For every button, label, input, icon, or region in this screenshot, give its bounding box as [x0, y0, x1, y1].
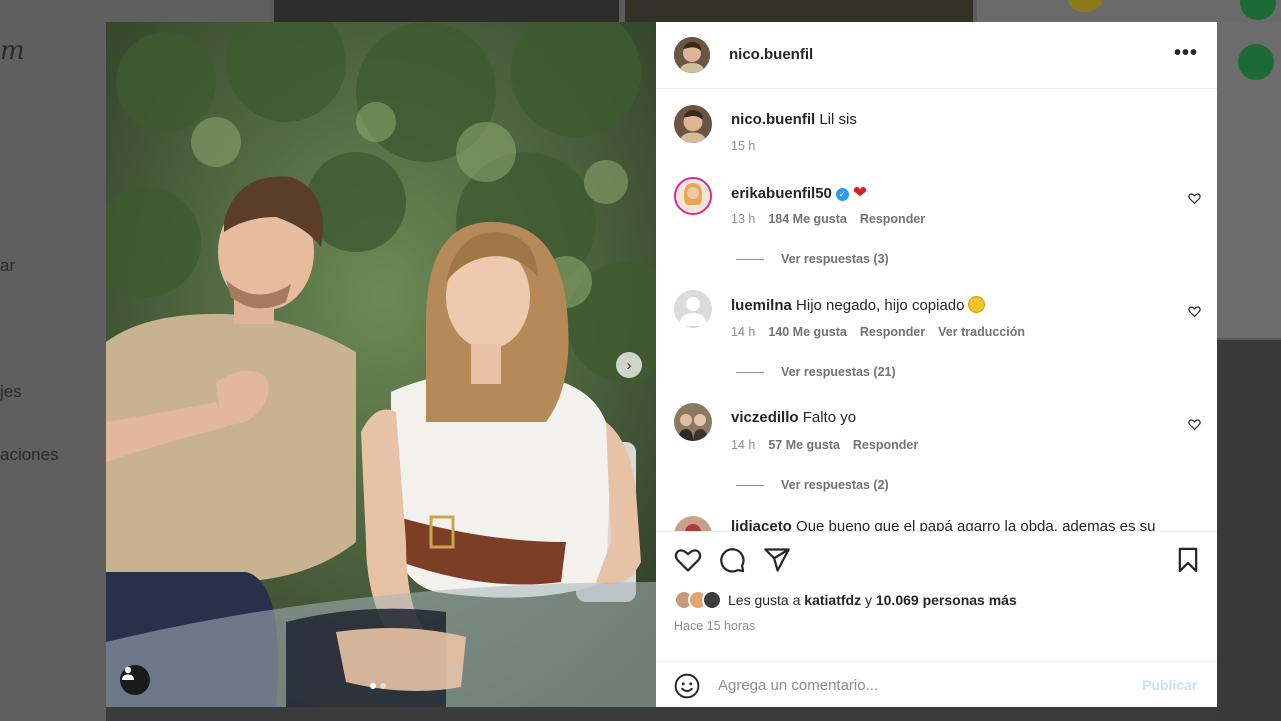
comment-avatar-image [674, 516, 712, 532]
likes-summary: Les gusta a katiatfdz y 10.069 personas … [674, 590, 1017, 610]
comment-time[interactable]: 14 h [731, 325, 755, 339]
likes-text: Les gusta a katiatfdz y 10.069 personas … [728, 592, 1017, 608]
background-logo: m [0, 36, 25, 66]
comment-avatar-image [676, 179, 710, 213]
comment-avatar-image [674, 403, 712, 441]
likes-first-user[interactable]: katiatfdz [804, 592, 861, 608]
comment-meta: 13 h 184 Me gusta Responder [731, 212, 925, 226]
red-heart-emoji-icon: ❤ [852, 183, 868, 202]
comment-text: luemilna Hijo negado, hijo copiado [731, 296, 985, 314]
background-tile [977, 0, 1281, 22]
caption-time[interactable]: 15 h [731, 139, 755, 153]
likes-others[interactable]: 10.069 personas más [876, 592, 1017, 608]
view-replies-button[interactable]: Ver respuestas (21) [736, 365, 896, 379]
more-options-icon[interactable]: ••• [1174, 42, 1198, 65]
caption-meta: 15 h [731, 139, 755, 153]
comment-likes-count[interactable]: 57 Me gusta [768, 438, 840, 452]
comment-time[interactable]: 13 h [731, 212, 755, 226]
caption-username[interactable]: nico.buenfil [731, 111, 815, 128]
comment-username[interactable]: luemilna [731, 297, 792, 314]
background-tile [274, 0, 619, 22]
heart-icon[interactable] [674, 546, 702, 574]
background-tile [625, 0, 973, 22]
user-tag-icon [122, 666, 134, 680]
comment-body: Que bueno que el papá agarro la obda, ad… [796, 518, 1156, 532]
comment-username[interactable]: lidiaceto [731, 518, 792, 532]
replies-divider [736, 371, 764, 373]
background-tile [1217, 340, 1281, 721]
caption-text: nico.buenfil Lil sis [731, 111, 857, 128]
replies-divider [736, 258, 764, 260]
background-decoration [1238, 44, 1274, 80]
comment-text: viczedillo Falto yo [731, 409, 856, 426]
comment-likes-count[interactable]: 140 Me gusta [768, 325, 847, 339]
verified-badge-icon: ✓ [835, 188, 849, 201]
comment-username[interactable]: viczedillo [731, 409, 799, 426]
comment-meta: 14 h 57 Me gusta Responder [731, 438, 918, 452]
comment-avatar[interactable] [674, 403, 712, 441]
view-replies-label: Ver respuestas (3) [781, 252, 889, 266]
post-header: nico.buenfil ••• [656, 22, 1217, 89]
view-replies-button[interactable]: Ver respuestas (2) [736, 478, 889, 492]
likes-connector: y [864, 592, 872, 608]
view-replies-label: Ver respuestas (21) [781, 365, 896, 379]
comment-like-heart-icon[interactable] [1188, 305, 1201, 318]
reply-button[interactable]: Responder [853, 438, 918, 452]
carousel-dot-active [370, 683, 376, 689]
replies-divider [736, 484, 764, 486]
comment-username[interactable]: erikabuenfil50 [731, 185, 832, 202]
bookmark-icon[interactable] [1174, 546, 1202, 574]
background-nav-item: aciones [0, 445, 59, 464]
comment-text: erikabuenfil50 ✓ ❤ [731, 183, 867, 203]
next-photo-button[interactable]: › [616, 352, 642, 378]
add-comment-bar: Publicar [656, 661, 1217, 708]
view-replies-label: Ver respuestas (2) [781, 478, 889, 492]
post-details-panel: nico.buenfil ••• nico.buenfil Lil sis 15… [656, 22, 1217, 707]
liker-avatar[interactable] [702, 590, 722, 610]
caption-author-avatar[interactable] [674, 105, 712, 143]
comment-text: lidiaceto Que bueno que el papá agarro l… [731, 518, 1155, 532]
view-replies-button[interactable]: Ver respuestas (3) [736, 252, 889, 266]
comment-icon[interactable] [718, 546, 746, 574]
author-username[interactable]: nico.buenfil [729, 46, 813, 63]
reply-button[interactable]: Responder [860, 212, 925, 226]
emoji-icon[interactable] [674, 673, 700, 699]
reply-button[interactable]: Responder [860, 325, 925, 339]
user-tag-button[interactable] [120, 665, 150, 695]
comment-like-heart-icon[interactable] [1188, 192, 1201, 205]
comment-body: Hijo negado, hijo copiado [796, 297, 965, 314]
comment-likes-count[interactable]: 184 Me gusta [768, 212, 847, 226]
likes-prefix: Les gusta a [728, 592, 801, 608]
post-modal: › nico.buenfil ••• nico.buenfil Lil sis … [106, 22, 1217, 707]
comments-list: nico.buenfil Lil sis 15 h erikabuenfil50… [656, 90, 1217, 532]
comment-input[interactable] [718, 672, 1118, 698]
post-actions: Les gusta a katiatfdz y 10.069 personas … [656, 531, 1217, 707]
author-avatar-image [674, 37, 710, 73]
comment-meta: 14 h 140 Me gusta Responder Ver traducci… [731, 325, 1025, 339]
default-avatar-icon [674, 290, 712, 328]
background-nav-item: ar [0, 256, 16, 275]
carousel-indicator [370, 683, 386, 689]
comment-avatar[interactable] [674, 177, 712, 215]
caption-body: Lil sis [819, 111, 857, 128]
comment-avatar[interactable] [674, 516, 712, 532]
author-avatar[interactable] [674, 37, 710, 73]
caption-author-avatar-image [674, 105, 712, 143]
carousel-dot [380, 683, 386, 689]
post-timestamp[interactable]: Hace 15 horas [674, 619, 755, 633]
publish-button[interactable]: Publicar [1142, 677, 1197, 693]
share-icon[interactable] [763, 546, 791, 574]
background-tile [106, 707, 1217, 721]
comment-time[interactable]: 14 h [731, 438, 755, 452]
post-photo[interactable]: › [106, 22, 656, 707]
photo-illustration [106, 22, 656, 707]
smile-emoji-icon [967, 296, 985, 313]
comment-avatar[interactable] [674, 290, 712, 328]
comment-body: Falto yo [802, 409, 857, 426]
comment-like-heart-icon[interactable] [1188, 418, 1201, 431]
translate-button[interactable]: Ver traducción [938, 325, 1025, 339]
chevron-right-icon: › [626, 356, 632, 374]
background-nav-item: jes [0, 382, 22, 401]
